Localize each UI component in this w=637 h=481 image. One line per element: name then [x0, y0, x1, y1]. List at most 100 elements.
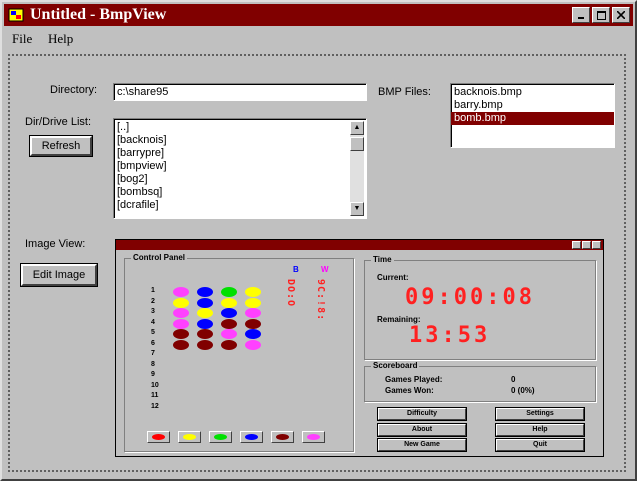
- menu-file[interactable]: File: [12, 31, 32, 47]
- close-button[interactable]: [612, 7, 630, 23]
- dir-list-item[interactable]: [bmpview]: [114, 160, 366, 173]
- client-area: Directory: c:\share95 Dir/Drive List: [.…: [8, 54, 626, 472]
- bmp-file-item[interactable]: barry.bmp: [451, 99, 614, 112]
- guess-peg: [197, 318, 213, 329]
- guess-peg: [197, 287, 213, 297]
- directory-label: Directory:: [50, 84, 98, 96]
- guess-peg: [245, 329, 261, 339]
- time-group: Time Current: 09:00:08 Remaining: 13:53: [364, 255, 596, 360]
- control-panel-group: Control Panel B W 1 2 3 4 5 6 7 8 9 10 11 12 DO:O 9…: [124, 253, 354, 452]
- window-title: Untitled - BmpView: [30, 6, 167, 23]
- guess-peg: [245, 318, 261, 329]
- preview-title-bar: [116, 240, 603, 250]
- menu-bar: File Help: [4, 28, 633, 48]
- guess-peg: [221, 339, 237, 350]
- quit-button: Quit: [496, 439, 584, 451]
- title-bar[interactable]: Untitled - BmpView: [4, 4, 633, 26]
- time-title: Time: [371, 255, 394, 265]
- row-number: 3: [151, 308, 155, 315]
- app-icon: [8, 8, 24, 22]
- vertical-text-right: 9C:!8:: [315, 279, 326, 322]
- preview-maximize-icon: [582, 241, 591, 249]
- main-window: Untitled - BmpView File Help Directory: …: [0, 0, 637, 481]
- guess-peg: [221, 308, 237, 318]
- scroll-down-icon[interactable]: ▼: [350, 202, 364, 216]
- guess-peg: [173, 287, 189, 297]
- guess-peg: [221, 297, 237, 308]
- dir-list-item[interactable]: [backnois]: [114, 134, 366, 147]
- minimize-button[interactable]: [572, 7, 590, 23]
- maximize-button[interactable]: [592, 7, 610, 23]
- guess-peg: [245, 297, 261, 308]
- edit-image-button[interactable]: Edit Image: [21, 264, 97, 286]
- palette-color-button: [302, 431, 325, 443]
- guess-peg: [173, 329, 189, 339]
- image-preview: Control Panel B W 1 2 3 4 5 6 7 8 9 10 11 12 DO:O 9…: [115, 239, 604, 457]
- control-panel-title: Control Panel: [131, 253, 188, 263]
- palette-color-button: [271, 431, 294, 443]
- vertical-text-left: DO:O: [285, 279, 296, 308]
- dir-scrollbar[interactable]: ▲ ▼: [350, 121, 364, 216]
- bmp-files-listbox[interactable]: backnois.bmp barry.bmp bomb.bmp: [450, 83, 615, 148]
- dir-list-item[interactable]: [bombsq]: [114, 186, 366, 199]
- palette-color-button: [209, 431, 232, 443]
- guess-peg: [197, 329, 213, 339]
- guess-peg: [173, 318, 189, 329]
- bmp-file-item[interactable]: backnois.bmp: [451, 86, 614, 99]
- menu-help[interactable]: Help: [48, 31, 73, 47]
- remaining-time: 13:53: [409, 323, 491, 348]
- minimize-icon: [578, 17, 584, 19]
- row-number: 12: [151, 402, 159, 410]
- bmp-files-label: BMP Files:: [378, 86, 431, 98]
- scroll-thumb[interactable]: [350, 137, 364, 151]
- row-number: 5: [151, 329, 155, 336]
- dir-list-item[interactable]: [barrypre]: [114, 147, 366, 160]
- guess-peg: [221, 287, 237, 297]
- guess-peg: [197, 297, 213, 308]
- preview-close-icon: [592, 241, 601, 249]
- guess-peg: [245, 339, 261, 350]
- col-header-w: W: [321, 265, 329, 274]
- row-number: 7: [151, 350, 155, 357]
- scoreboard-title: Scoreboard: [371, 361, 420, 371]
- directory-field[interactable]: c:\share95: [113, 83, 367, 101]
- guess-peg: [173, 339, 189, 350]
- palette-color-button: [147, 431, 170, 443]
- help-button: Help: [496, 424, 584, 436]
- guess-peg: [221, 329, 237, 339]
- scroll-up-icon[interactable]: ▲: [350, 121, 364, 135]
- row-number: 2: [151, 297, 155, 305]
- games-played-value: 0: [511, 375, 516, 384]
- current-label: Current:: [377, 273, 409, 282]
- row-number: 9: [151, 371, 155, 378]
- guess-peg: [173, 308, 189, 318]
- row-number: 6: [151, 339, 155, 347]
- palette-color-button: [240, 431, 263, 443]
- guess-peg: [245, 308, 261, 318]
- row-number: 1: [151, 287, 155, 294]
- dir-list-item[interactable]: [bog2]: [114, 173, 366, 186]
- palette-color-button: [178, 431, 201, 443]
- refresh-button[interactable]: Refresh: [30, 136, 92, 156]
- guess-peg: [245, 287, 261, 297]
- games-won-value: 0 (0%): [511, 386, 535, 395]
- dir-listbox[interactable]: [..] [backnois] [barrypre] [bmpview] [bog2][…: [113, 118, 367, 219]
- col-header-b: B: [293, 265, 299, 274]
- dir-list-item[interactable]: [..]: [114, 121, 366, 134]
- guess-peg: [197, 339, 213, 350]
- games-played-label: Games Played:: [385, 375, 443, 384]
- dir-list-label: Dir/Drive List:: [25, 116, 92, 128]
- close-icon: [617, 11, 625, 19]
- bmp-file-item[interactable]: bomb.bmp: [451, 112, 614, 125]
- dir-list-item[interactable]: [dcrafile]: [114, 199, 366, 212]
- scoreboard-group: Scoreboard Games Played: 0 Games Won: 0 …: [364, 361, 596, 402]
- new-game-button: New Game: [378, 439, 466, 451]
- row-number: 11: [151, 392, 159, 399]
- image-view-label: Image View:: [25, 238, 86, 250]
- preview-minimize-icon: [572, 241, 581, 249]
- maximize-icon: [596, 10, 606, 20]
- guess-peg: [173, 297, 189, 308]
- about-button: About: [378, 424, 466, 436]
- row-number: 8: [151, 360, 155, 368]
- guess-peg: [221, 318, 237, 329]
